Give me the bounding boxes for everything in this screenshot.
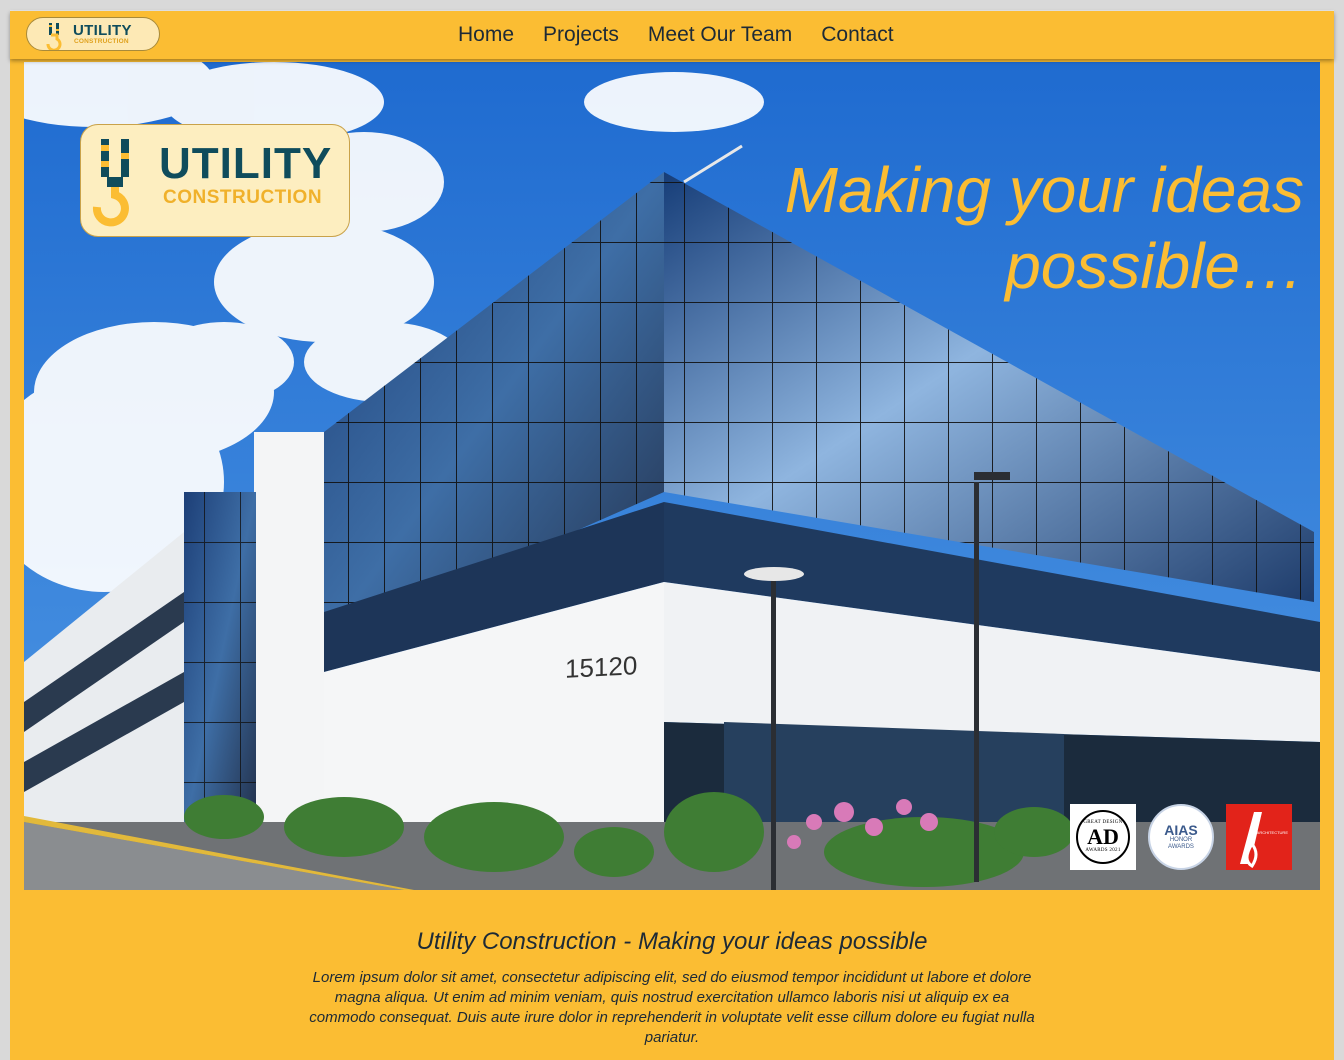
nav-link-home[interactable]: Home	[458, 23, 514, 47]
ad-award-badge: GREAT DESIGN AD AWARDS 2021	[1070, 804, 1136, 870]
building-number: 15120	[565, 650, 638, 684]
intro-title: Utility Construction - Making your ideas…	[416, 928, 928, 955]
ad-award-mark: AD	[1087, 824, 1119, 849]
hero-banner: UTILITY CONSTRUCTION Making your ideas p…	[24, 62, 1320, 890]
hero-tagline: Making your ideas possible…	[784, 154, 1304, 302]
architecture-award-text: ARCHITECTURE	[1256, 830, 1288, 835]
intro-body: Lorem ipsum dolor sit amet, consectetur …	[309, 969, 1035, 1046]
nav-link-meet-our-team[interactable]: Meet Our Team	[648, 23, 792, 47]
aias-award-line1: HONOR	[1169, 837, 1193, 843]
hero-logo: UTILITY CONSTRUCTION	[80, 124, 350, 237]
architecture-award-icon	[1240, 812, 1262, 869]
nav-logo-subtitle: CONSTRUCTION	[74, 38, 129, 45]
hero-logo-title: UTILITY	[159, 139, 333, 188]
aias-award-badge: AIAS HONOR AWARDS	[1148, 804, 1214, 870]
top-navigation-bar: UTILITY CONSTRUCTION Home Projects Meet …	[10, 11, 1334, 59]
nav-links: Home Projects Meet Our Team Contact	[458, 11, 894, 59]
nav-link-contact[interactable]: Contact	[821, 23, 893, 47]
architecture-award-badge: ARCHITECTURE	[1226, 804, 1292, 870]
aias-award-mark: AIAS	[1164, 822, 1198, 838]
aias-award-line2: AWARDS	[1168, 844, 1194, 850]
page: UTILITY CONSTRUCTION Home Projects Meet …	[10, 10, 1334, 1060]
nav-link-projects[interactable]: Projects	[543, 23, 619, 47]
nav-logo-title: UTILITY	[73, 22, 132, 39]
hero-logo-subtitle: CONSTRUCTION	[163, 187, 323, 208]
award-badges: GREAT DESIGN AD AWARDS 2021 AIAS HONOR A…	[1070, 804, 1292, 874]
intro-section: Utility Construction - Making your ideas…	[10, 891, 1334, 1048]
ad-award-bottom: AWARDS 2021	[1085, 848, 1121, 853]
nav-logo[interactable]: UTILITY CONSTRUCTION	[26, 17, 160, 51]
